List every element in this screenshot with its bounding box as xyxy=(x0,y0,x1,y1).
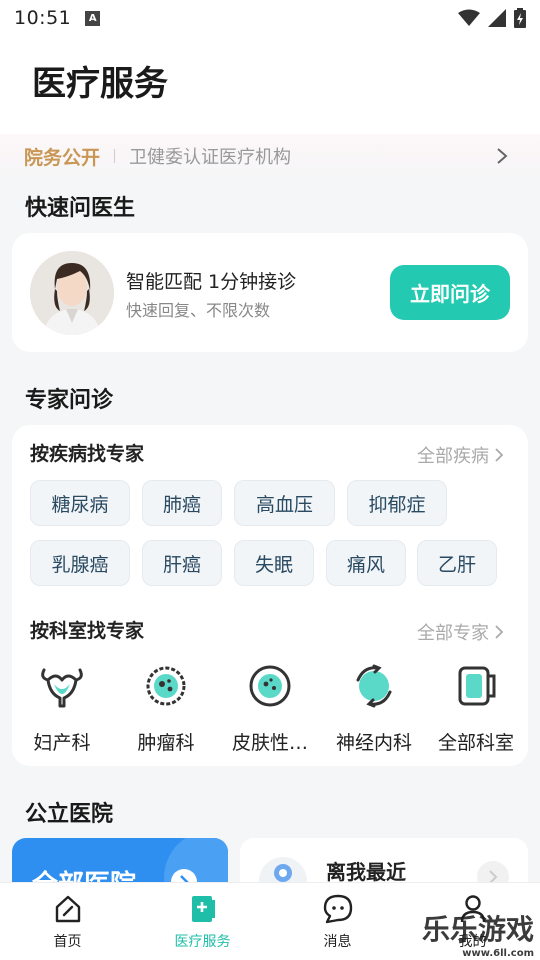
by-disease-title: 按疾病找专家 xyxy=(30,443,145,465)
all-experts-link[interactable]: 全部专家 xyxy=(417,619,504,645)
department-label: 神经内科 xyxy=(335,732,412,754)
neuro-icon xyxy=(356,664,392,708)
disease-chip[interactable]: 失眠 xyxy=(234,540,314,586)
status-bar: 10:51 A xyxy=(0,0,540,36)
all-experts-label: 全部专家 xyxy=(417,623,489,644)
message-icon xyxy=(323,894,352,924)
department-obstetrics[interactable]: 妇产科 xyxy=(10,660,114,755)
nav-messages[interactable]: 消息 xyxy=(270,883,405,960)
skin-cell-icon xyxy=(249,665,291,707)
watermark-url: www.6ll.com xyxy=(462,948,534,959)
chevron-right-icon xyxy=(495,625,504,639)
signal-icon xyxy=(488,9,506,27)
quick-consult-title: 快速问医生 xyxy=(25,196,136,221)
department-oncology[interactable]: 肿瘤科 xyxy=(114,660,218,755)
all-departments-icon xyxy=(458,666,496,706)
tumor-cell-icon xyxy=(146,666,186,706)
quick-consult-headline: 智能匹配 1分钟接诊 xyxy=(126,271,297,293)
nav-medical-service[interactable]: 医疗服务 xyxy=(135,883,270,960)
disease-chip[interactable]: 抑郁症 xyxy=(347,480,447,526)
disease-chip[interactable]: 高血压 xyxy=(234,480,335,526)
nearby-title: 离我最近 xyxy=(326,860,406,884)
all-diseases-label: 全部疾病 xyxy=(417,446,489,467)
notice-bar[interactable]: 院务公开 卫健委认证医疗机构 xyxy=(0,134,540,178)
notification-a-icon: A xyxy=(85,10,101,26)
quick-consult-card[interactable]: 智能匹配 1分钟接诊 快速回复、不限次数 立即问诊 xyxy=(12,233,528,352)
nav-label: 医疗服务 xyxy=(174,934,231,950)
disease-chip[interactable]: 肝癌 xyxy=(142,540,222,586)
chevron-right-icon xyxy=(497,148,508,164)
department-label: 全部科室 xyxy=(437,732,514,754)
chevron-right-icon xyxy=(495,448,504,462)
consult-now-button[interactable]: 立即问诊 xyxy=(390,265,510,320)
status-time: 10:51 xyxy=(14,7,72,29)
department-all[interactable]: 全部科室 xyxy=(424,660,528,755)
department-label: 妇产科 xyxy=(33,732,91,754)
notice-tag: 院务公开 xyxy=(24,146,101,169)
watermark: 乐乐游戏 www.6ll.com xyxy=(422,908,534,959)
medical-service-icon xyxy=(191,896,215,922)
disease-chip[interactable]: 糖尿病 xyxy=(30,480,130,526)
nav-home[interactable]: 首页 xyxy=(0,883,135,960)
expert-consult-title: 专家问诊 xyxy=(25,388,114,413)
nav-label: 首页 xyxy=(53,934,82,950)
department-dermatology[interactable]: 皮肤性… xyxy=(218,660,322,755)
divider xyxy=(114,149,116,163)
department-label: 皮肤性… xyxy=(231,732,308,754)
wifi-icon xyxy=(458,9,480,26)
battery-icon xyxy=(514,8,526,28)
by-department-title: 按科室找专家 xyxy=(30,620,145,642)
uterus-icon xyxy=(41,668,83,708)
all-diseases-link[interactable]: 全部疾病 xyxy=(417,442,504,468)
quick-consult-subtitle: 快速回复、不限次数 xyxy=(126,301,271,320)
home-icon xyxy=(55,895,80,923)
notice-text: 卫健委认证医疗机构 xyxy=(129,147,292,168)
department-label: 肿瘤科 xyxy=(137,732,195,754)
nav-label: 消息 xyxy=(323,934,352,950)
disease-chip[interactable]: 痛风 xyxy=(326,540,406,586)
department-neurology[interactable]: 神经内科 xyxy=(322,660,426,755)
watermark-text: 乐乐游戏 xyxy=(421,913,534,946)
doctor-avatar xyxy=(30,251,114,335)
expert-consult-card: 按疾病找专家 全部疾病 糖尿病 肺癌 高血压 抑郁症 乳腺癌 肝癌 失眠 痛风 … xyxy=(12,425,528,766)
disease-chip[interactable]: 乳腺癌 xyxy=(30,540,130,586)
page-header: 医疗服务 xyxy=(0,36,540,134)
disease-chip[interactable]: 乙肝 xyxy=(417,540,497,586)
public-hospital-title: 公立医院 xyxy=(25,802,114,827)
disease-chip[interactable]: 肺癌 xyxy=(142,480,222,526)
page-title: 医疗服务 xyxy=(32,64,168,104)
